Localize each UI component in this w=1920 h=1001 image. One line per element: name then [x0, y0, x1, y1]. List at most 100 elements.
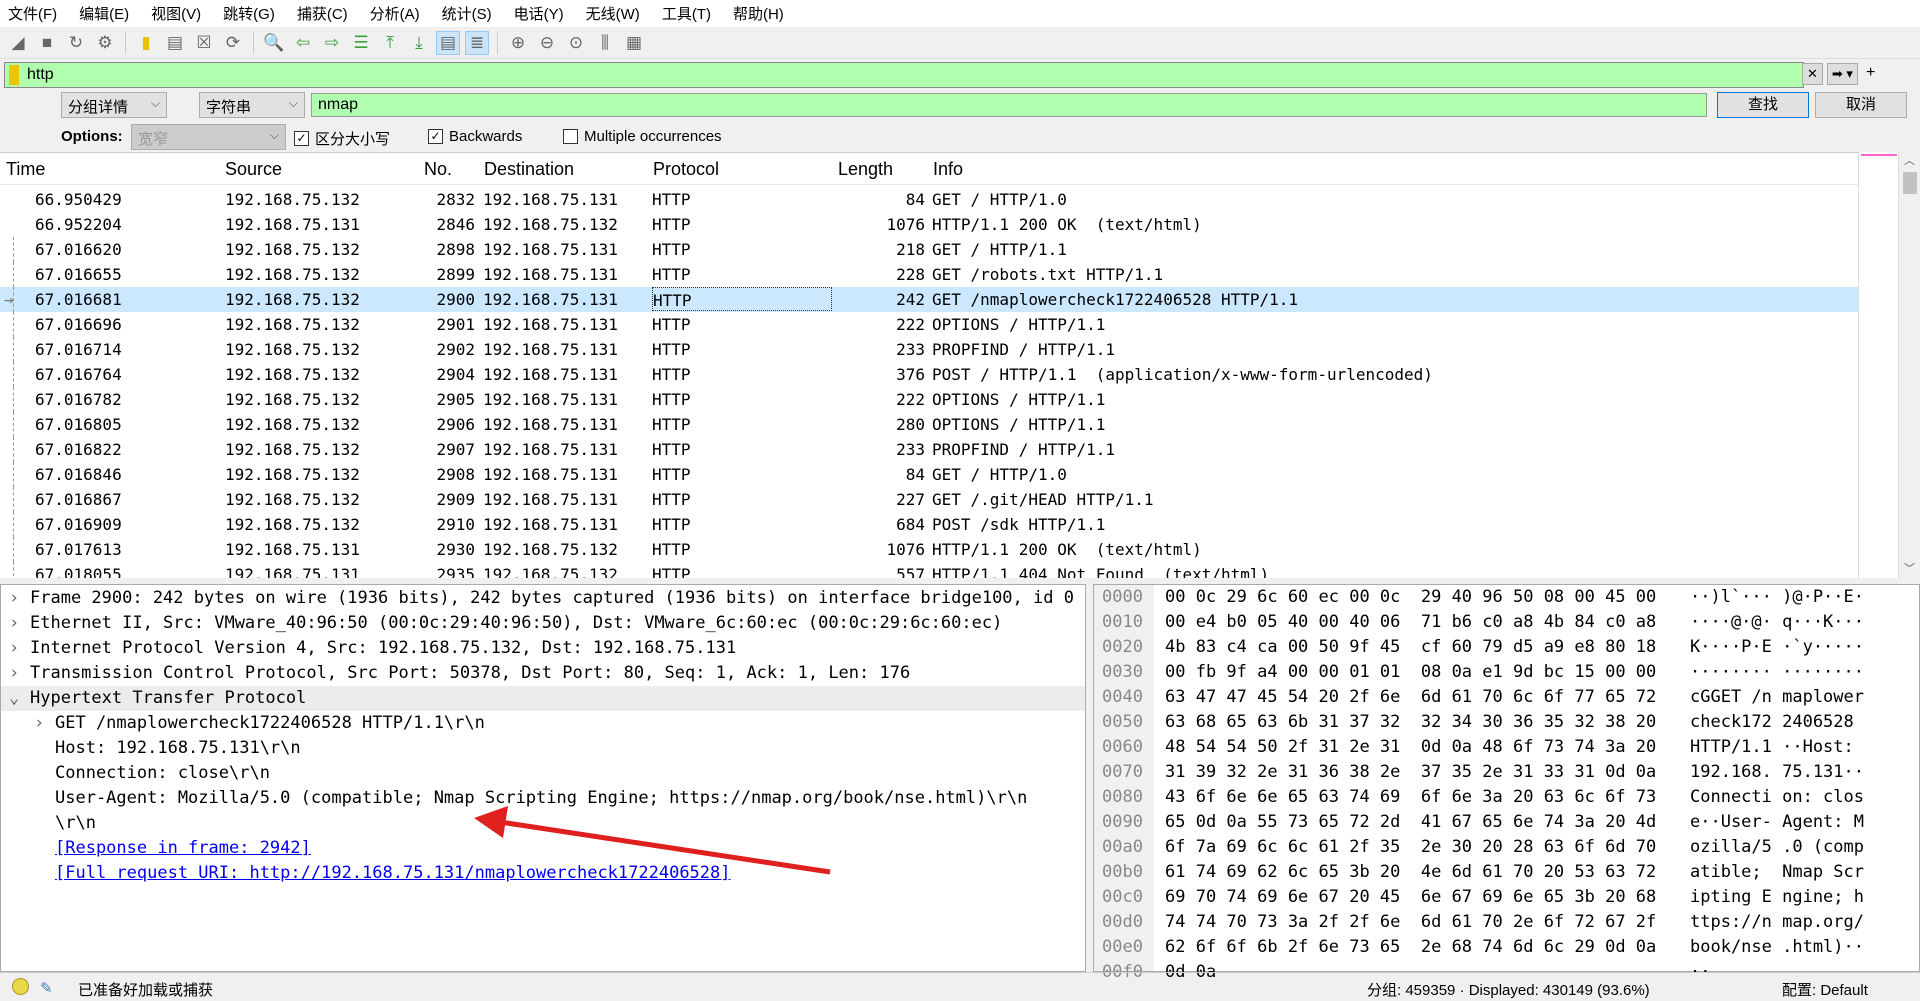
packet-row[interactable]: 67.016867 192.168.75.132 2909 192.168.75.13… — [0, 487, 1858, 512]
hex-bytes[interactable]: 00 e4 b0 05 40 00 40 06 71 b6 c0 a8 4b 8… — [1165, 612, 1656, 637]
stop-capture-icon[interactable]: ■ — [35, 31, 59, 55]
menu-item[interactable]: 视图(V) — [151, 3, 201, 24]
tree-item[interactable]: › Frame 2900: 242 bytes on wire (1936 bit… — [1, 586, 1085, 611]
menu-item[interactable]: 无线(W) — [586, 3, 640, 24]
menu-item[interactable]: 工具(T) — [662, 3, 711, 24]
column-header-protocol[interactable]: Protocol — [653, 159, 719, 180]
tree-item[interactable]: [Full request URI: http://192.168.75.131… — [1, 861, 1085, 886]
column-header-destination[interactable]: Destination — [484, 159, 574, 180]
zoom-in-icon[interactable]: ⊕ — [506, 31, 530, 55]
find-packet-icon[interactable]: 🔍 — [262, 31, 286, 55]
scroll-up-icon[interactable]: ︿ — [1899, 152, 1920, 168]
go-to-packet-icon[interactable]: ☰ — [349, 31, 373, 55]
expand-arrow-icon[interactable]: › — [9, 588, 19, 608]
ascii-bytes[interactable]: ttps://n map.org/ — [1690, 912, 1864, 937]
colorize-icon[interactable]: ≣ — [465, 30, 489, 55]
display-filter-input[interactable]: http — [4, 62, 1804, 88]
ascii-bytes[interactable]: atible; Nmap Scr — [1690, 862, 1864, 887]
hex-bytes[interactable]: 00 fb 9f a4 00 00 01 01 08 0a e1 9d bc 1… — [1165, 662, 1656, 687]
packet-row[interactable]: 67.016805 192.168.75.132 2906 192.168.75.13… — [0, 412, 1858, 437]
menu-item[interactable]: 电话(Y) — [514, 3, 564, 24]
hex-bytes[interactable]: 48 54 54 50 2f 31 2e 31 0d 0a 48 6f 73 7… — [1165, 737, 1656, 762]
collapse-arrow-icon[interactable]: ⌄ — [9, 688, 19, 708]
find-button[interactable]: 查找 — [1717, 92, 1809, 118]
ascii-bytes[interactable]: K····P·E ·`y····· — [1690, 637, 1864, 662]
ascii-bytes[interactable]: HTTP/1.1 ··Host: — [1690, 737, 1864, 762]
hex-bytes[interactable]: 69 70 74 69 6e 67 20 45 6e 67 69 6e 65 3… — [1165, 887, 1656, 912]
menu-item[interactable]: 统计(S) — [442, 3, 492, 24]
apply-filter-icon[interactable]: ➡ ▾ — [1826, 63, 1858, 85]
ascii-bytes[interactable]: ipting E ngine; h — [1690, 887, 1864, 912]
packet-row[interactable]: 67.016764 192.168.75.132 2904 192.168.75.13… — [0, 362, 1858, 387]
tree-item[interactable]: User-Agent: Mozilla/5.0 (compatible; Nma… — [1, 786, 1085, 811]
hex-bytes[interactable]: 43 6f 6e 6e 65 63 74 69 6f 6e 3a 20 63 6… — [1165, 787, 1656, 812]
menu-item[interactable]: 帮助(H) — [733, 3, 784, 24]
checkbox-icon[interactable] — [563, 129, 578, 144]
checkbox-icon[interactable]: ✓ — [428, 129, 443, 144]
status-indicator-icon[interactable] — [12, 978, 29, 995]
tree-item[interactable]: › Ethernet II, Src: VMware_40:96:50 (00:0… — [1, 611, 1085, 636]
resize-columns-icon[interactable]: ⫼ — [593, 31, 617, 55]
open-file-icon[interactable]: ▮ — [134, 31, 158, 55]
ascii-bytes[interactable]: check172 2406528 — [1690, 712, 1864, 737]
packet-row[interactable]: 67.016909 192.168.75.132 2910 192.168.75.13… — [0, 512, 1858, 537]
hex-bytes[interactable]: 31 39 32 2e 31 36 38 2e 37 35 2e 31 33 3… — [1165, 762, 1656, 787]
cancel-button[interactable]: 取消 — [1815, 92, 1907, 118]
checkbox-icon[interactable]: ✓ — [294, 131, 309, 146]
scrollbar-thumb[interactable] — [1903, 172, 1917, 194]
zoom-out-icon[interactable]: ⊖ — [535, 31, 559, 55]
tree-item[interactable]: \r\n — [1, 811, 1085, 836]
profile-text[interactable]: 配置: Default — [1782, 979, 1868, 1000]
packet-list-scrollbar[interactable]: ︿ ﹀ — [1898, 152, 1920, 578]
menu-item[interactable]: 分析(A) — [370, 3, 420, 24]
packet-row[interactable]: 67.016681 192.168.75.132 2900 192.168.75.13… — [0, 287, 1858, 312]
column-header-length[interactable]: Length — [838, 159, 893, 180]
packet-row[interactable]: 67.016782 192.168.75.132 2905 192.168.75.13… — [0, 387, 1858, 412]
packet-row[interactable]: 67.016714 192.168.75.132 2902 192.168.75.13… — [0, 337, 1858, 362]
packet-row[interactable]: 67.016696 192.168.75.132 2901 192.168.75.13… — [0, 312, 1858, 337]
restart-capture-icon[interactable]: ↻ — [64, 31, 88, 55]
hex-bytes[interactable]: 63 68 65 63 6b 31 37 32 32 34 30 36 35 3… — [1165, 712, 1656, 737]
ascii-bytes[interactable]: ········ ········ — [1690, 662, 1864, 687]
tree-item[interactable]: ⌄ Hypertext Transfer Protocol — [1, 686, 1085, 711]
packet-row[interactable]: 67.016822 192.168.75.132 2907 192.168.75.13… — [0, 437, 1858, 462]
packet-row[interactable]: 66.952204 192.168.75.131 2846 192.168.75.13… — [0, 212, 1858, 237]
expand-arrow-icon[interactable]: › — [34, 713, 44, 733]
search-type-select[interactable]: 字符串 ⌵ — [199, 92, 305, 118]
close-file-icon[interactable]: ☒ — [192, 31, 216, 55]
column-header-time[interactable]: Time — [6, 159, 45, 180]
column-header-info[interactable]: Info — [933, 159, 963, 180]
ascii-bytes[interactable]: e··User- Agent: M — [1690, 812, 1864, 837]
tree-item[interactable]: [Response in frame: 2942] — [1, 836, 1085, 861]
packet-row[interactable]: 67.016846 192.168.75.132 2908 192.168.75.13… — [0, 462, 1858, 487]
add-filter-button-icon[interactable]: + — [1862, 63, 1879, 85]
auto-scroll-icon[interactable]: ▤ — [436, 30, 460, 55]
packet-row[interactable]: 67.016655 192.168.75.132 2899 192.168.75.13… — [0, 262, 1858, 287]
scroll-down-icon[interactable]: ﹀ — [1899, 560, 1920, 576]
packet-row[interactable]: 67.018055 192.168.75.131 2935 192.168.75.13… — [0, 562, 1858, 578]
save-file-icon[interactable]: ▤ — [163, 31, 187, 55]
go-last-icon[interactable]: ⤓ — [407, 31, 431, 55]
packet-minimap[interactable] — [1858, 152, 1898, 578]
filter-text[interactable]: http — [27, 66, 54, 84]
ascii-bytes[interactable]: book/nse .html)·· — [1690, 937, 1864, 962]
go-forward-icon[interactable]: ⇨ — [320, 31, 344, 55]
tree-link[interactable]: [Full request URI: http://192.168.75.131… — [55, 863, 731, 883]
hex-bytes[interactable]: 6f 7a 69 6c 6c 61 2f 35 2e 30 20 28 63 6… — [1165, 837, 1656, 862]
hex-bytes[interactable]: 61 74 69 62 6c 65 3b 20 4e 6d 61 70 20 5… — [1165, 862, 1656, 887]
tree-item[interactable]: › GET /nmaplowercheck1722406528 HTTP/1.1\… — [1, 711, 1085, 736]
multiple-occurrences-checkbox[interactable]: Multiple occurrences — [563, 128, 722, 145]
edit-comment-icon[interactable]: ✎ — [40, 979, 53, 997]
hex-bytes[interactable]: 00 0c 29 6c 60 ec 00 0c 29 40 96 50 08 0… — [1165, 587, 1656, 612]
hex-bytes[interactable]: 65 0d 0a 55 73 65 72 2d 41 67 65 6e 74 3… — [1165, 812, 1656, 837]
search-input[interactable]: nmap — [311, 93, 1707, 117]
menu-item[interactable]: 捕获(C) — [297, 3, 348, 24]
zoom-normal-icon[interactable]: ⊙ — [564, 31, 588, 55]
expand-arrow-icon[interactable]: › — [9, 613, 19, 633]
reload-file-icon[interactable]: ⟳ — [221, 31, 245, 55]
ascii-bytes[interactable]: ozilla/5 .0 (comp — [1690, 837, 1864, 862]
menu-item[interactable]: 文件(F) — [8, 3, 57, 24]
clear-filter-icon[interactable]: ✕ — [1802, 63, 1823, 85]
ascii-bytes[interactable]: cGGET /n maplower — [1690, 687, 1864, 712]
start-capture-icon[interactable]: ◢ — [6, 31, 30, 55]
